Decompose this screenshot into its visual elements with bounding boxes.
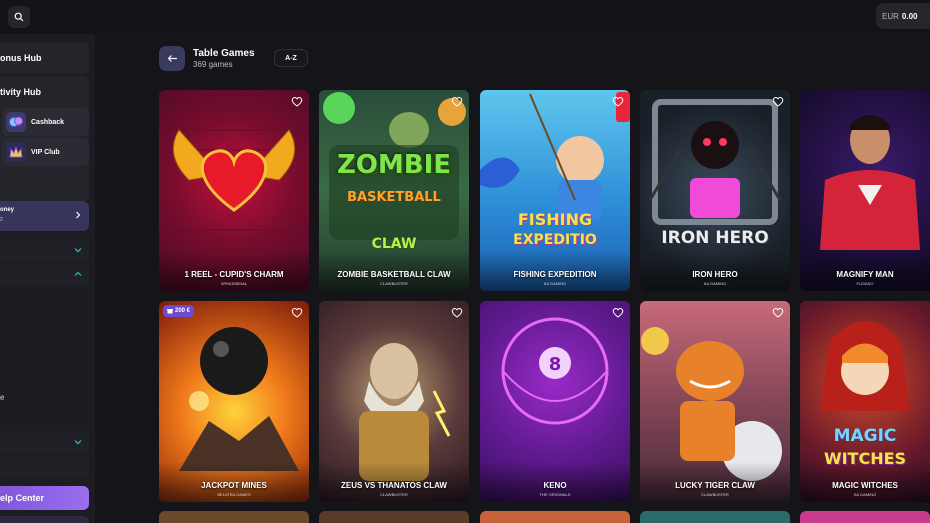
sidebar-item-label: onus Hub — [0, 53, 42, 63]
bonus-badge-label: 200 € — [175, 308, 191, 314]
game-card[interactable]: FISHING EXPEDITIO FISHING EXPEDITION KA … — [480, 90, 630, 291]
game-provider: KA GAMING — [853, 492, 877, 497]
game-provider: THE ORIGINALS — [539, 492, 571, 497]
game-card-partial[interactable] — [159, 511, 309, 523]
game-card[interactable]: ZEUS VS THANATOS CLAW CLAWBUSTER — [319, 301, 469, 502]
game-card[interactable]: MAGNIFY MAN FUGASO — [800, 90, 930, 291]
sidebar-item-cashback[interactable]: Cashback — [2, 108, 89, 136]
top-bar: EUR 0.00 — [0, 0, 930, 34]
help-center-label: elp Center — [0, 493, 45, 503]
svg-text:8: 8 — [549, 354, 562, 375]
sidebar-accordion-1[interactable] — [0, 239, 89, 261]
game-card[interactable]: IRON HERO IRON HERO KA GAMING — [640, 90, 790, 291]
heart-icon[interactable] — [612, 307, 624, 318]
search-icon — [14, 12, 24, 22]
bonus-badge: 200 € — [163, 305, 195, 317]
sidebar-item-label: Cashback — [31, 118, 65, 126]
game-title: LUCKY TIGER CLAW — [675, 481, 755, 490]
heart-icon[interactable] — [451, 96, 463, 107]
sort-button[interactable]: A-Z — [274, 49, 308, 67]
sidebar-partial-text: e — [0, 393, 5, 402]
art-logo-text: IRON HERO — [661, 228, 769, 248]
game-title: ZOMBIE BASKETBALL CLAW — [337, 270, 451, 279]
game-provider: CLAWBUSTER — [380, 492, 408, 497]
sidebar-item-vip-club[interactable]: VIP Club — [2, 138, 89, 166]
heart-icon[interactable] — [772, 96, 784, 107]
game-card[interactable]: 8 KENO THE ORIGINALS — [480, 301, 630, 502]
game-title: ZEUS VS THANATOS CLAW — [341, 481, 447, 490]
game-provider: SPINOMENAL — [220, 281, 248, 286]
heart-icon[interactable] — [291, 96, 303, 107]
help-center-button[interactable]: elp Center — [0, 486, 89, 510]
page-title: Table Games — [193, 48, 255, 59]
game-title: FISHING EXPEDITION — [513, 270, 597, 279]
back-button[interactable] — [159, 46, 185, 71]
game-provider: CLAWBUSTER — [701, 492, 729, 497]
art-logo-text: CLAW — [371, 236, 417, 252]
balance-display[interactable]: EUR 0.00 — [876, 3, 930, 29]
chevron-right-icon — [76, 211, 81, 219]
art-logo-text: FISHING — [517, 210, 593, 229]
search-button[interactable] — [8, 6, 30, 28]
sidebar-accordion-3[interactable] — [0, 431, 89, 453]
game-provider: KA GAMING — [703, 281, 727, 286]
heart-icon[interactable] — [291, 307, 303, 318]
game-card-partial[interactable] — [640, 511, 790, 523]
sidebar-accordion-4[interactable] — [0, 455, 89, 477]
art-logo-text: BASKETBALL — [347, 190, 441, 205]
game-title: MAGIC WITCHES — [832, 481, 898, 490]
game-title: JACKPOT MINES — [201, 481, 267, 490]
gift-icon — [167, 309, 173, 314]
chevron-down-icon — [74, 440, 82, 445]
game-provider: CLAWBUSTER — [380, 281, 408, 286]
game-card-partial[interactable] — [319, 511, 469, 523]
game-provider: FUGASO — [856, 281, 874, 286]
chevron-down-icon — [74, 248, 82, 253]
heart-icon[interactable] — [451, 307, 463, 318]
game-provider: BELATRA GAMES — [217, 492, 251, 497]
art-logo-text: EXPEDITIO — [513, 232, 597, 248]
game-title: MAGNIFY MAN — [836, 270, 894, 279]
art-logo-text: ZOMBIE — [336, 150, 452, 180]
cashback-icon — [6, 112, 26, 132]
game-card[interactable]: LUCKY TIGER CLAW CLAWBUSTER — [640, 301, 790, 502]
sidebar-bottom-button[interactable] — [0, 516, 89, 523]
sidebar-item-activity-hub[interactable]: tivity Hub — [0, 76, 89, 108]
game-card-partial[interactable] — [480, 511, 630, 523]
sidebar-item-label: tivity Hub — [0, 87, 42, 97]
balance-currency: EUR — [882, 11, 899, 21]
game-card-partial[interactable] — [800, 511, 930, 523]
game-card[interactable]: 200 € JACKPOT MINES BELATRA GAMES — [159, 301, 309, 502]
game-card[interactable]: 1 REEL - CUPID'S CHARM SPINOMENAL — [159, 90, 309, 291]
game-card[interactable]: MAGIC WITCHES MAGIC WITCHES KA GAMING — [800, 301, 930, 502]
balance-amount: 0.00 — [901, 11, 918, 21]
chevron-up-icon — [74, 271, 82, 276]
sidebar-accordion-2[interactable] — [0, 263, 89, 285]
game-count: 369 games — [193, 60, 233, 69]
vip-crown-icon — [6, 142, 26, 162]
game-title: IRON HERO — [692, 270, 738, 279]
game-card[interactable]: ZOMBIE BASKETBALL CLAW ZOMBIE BASKETBALL… — [319, 90, 469, 291]
sidebar: onus Hub tivity Hub Cashback VIP Club on… — [0, 34, 95, 523]
game-title: 1 REEL - CUPID'S CHARM — [184, 270, 284, 279]
heart-icon[interactable] — [612, 96, 624, 107]
game-title: KENO — [543, 481, 567, 490]
art-logo-text: MAGIC — [833, 426, 897, 446]
game-provider: KA GAMING — [543, 281, 567, 286]
sidebar-item-label: VIP Club — [31, 148, 60, 156]
sidebar-item-money[interactable]: oney 2 — [0, 201, 89, 231]
heart-icon[interactable] — [772, 307, 784, 318]
arrow-left-icon — [167, 55, 177, 62]
sidebar-item-bonus-hub[interactable]: onus Hub — [0, 42, 89, 74]
